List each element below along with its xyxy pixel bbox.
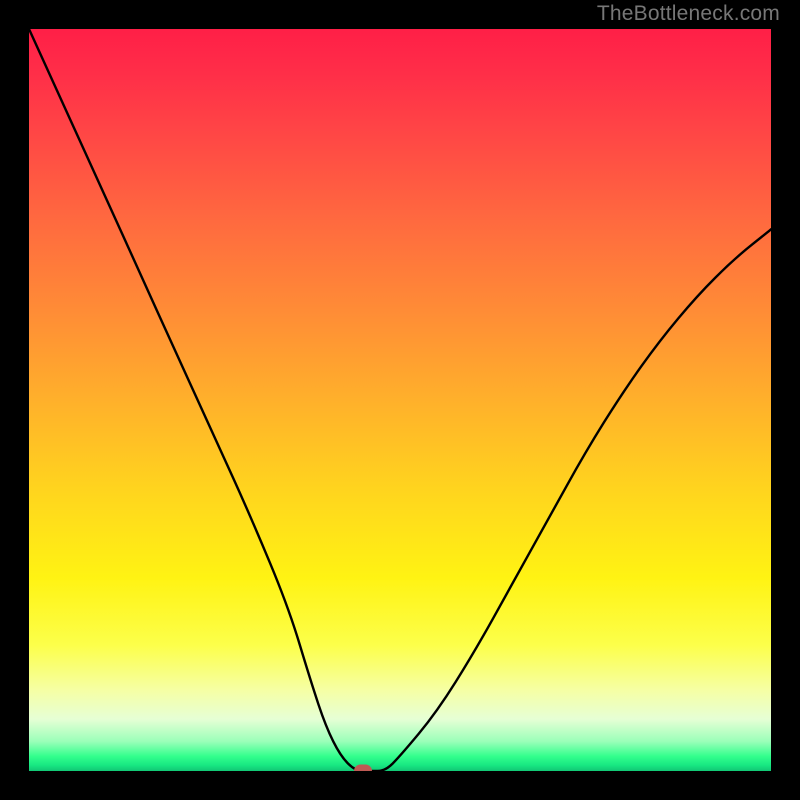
chart-frame: TheBottleneck.com: [0, 0, 800, 800]
bottleneck-curve: [29, 29, 771, 771]
watermark-text: TheBottleneck.com: [597, 2, 780, 26]
curve-path: [29, 29, 771, 771]
plot-area: [29, 29, 771, 771]
optimal-point-marker: [354, 765, 372, 772]
